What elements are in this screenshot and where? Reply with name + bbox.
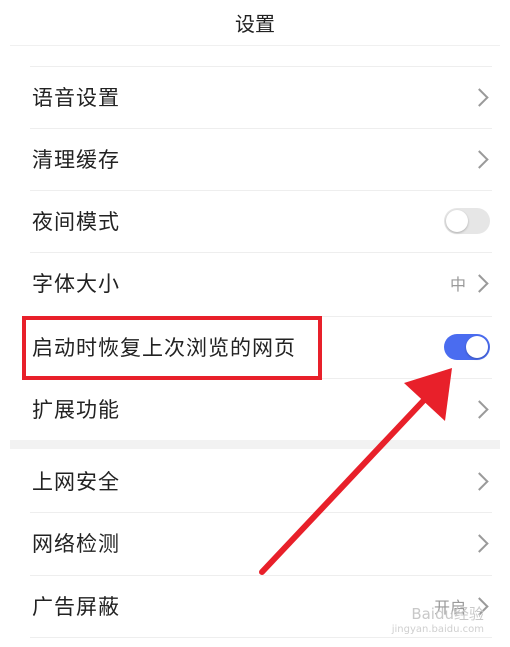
night-mode-toggle[interactable] [444, 208, 490, 234]
settings-row-font-size[interactable]: 字体大小 中 [0, 252, 510, 314]
section-separator [10, 440, 500, 449]
settings-row-label: 夜间模式 [32, 210, 120, 234]
restore-pages-toggle[interactable] [444, 334, 490, 360]
annotation-highlight-box [22, 316, 322, 380]
settings-row-label: 字体大小 [32, 272, 120, 296]
settings-row-extensions[interactable]: 扩展功能 [0, 378, 510, 440]
toggle-knob [466, 336, 488, 358]
chevron-right-icon [470, 399, 489, 419]
font-size-value: 中 [449, 275, 466, 294]
chevron-right-icon [470, 471, 489, 491]
settings-row-cache[interactable]: 清理缓存 [0, 128, 510, 190]
toggle-knob [446, 210, 468, 232]
settings-row-voice[interactable]: 语音设置 [0, 66, 510, 128]
chevron-right-icon [470, 87, 489, 107]
divider [30, 637, 492, 638]
page-title: 设置 [0, 0, 510, 45]
settings-row-network-check[interactable]: 网络检测 [0, 512, 510, 574]
settings-row-security[interactable]: 上网安全 [0, 450, 510, 512]
chevron-right-icon [470, 273, 489, 293]
settings-row-label: 语音设置 [32, 86, 120, 110]
watermark: Baidu经验 jingyan.baidu.com [392, 603, 484, 635]
chevron-right-icon [470, 533, 489, 553]
settings-row-night-mode: 夜间模式 [0, 190, 510, 252]
settings-row-label: 上网安全 [32, 470, 120, 494]
page-title-text: 设置 [235, 12, 275, 36]
header-divider [10, 45, 500, 46]
settings-row-label: 扩展功能 [32, 398, 120, 422]
watermark-text: Baidu经验 [411, 605, 484, 623]
settings-row-label: 网络检测 [32, 532, 120, 556]
watermark-subtext: jingyan.baidu.com [391, 624, 484, 635]
chevron-right-icon [470, 149, 489, 169]
settings-row-label: 清理缓存 [32, 148, 120, 172]
settings-row-label: 广告屏蔽 [32, 595, 120, 619]
